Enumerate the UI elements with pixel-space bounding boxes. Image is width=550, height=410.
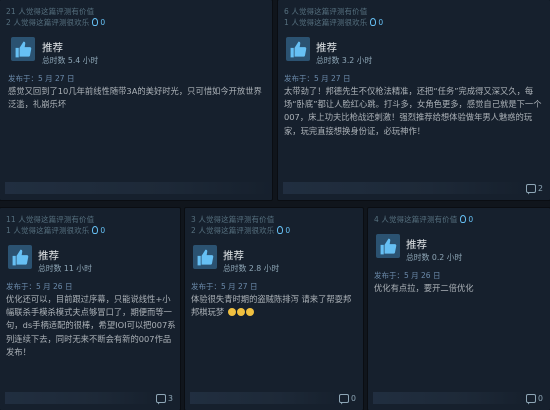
- review-text: 感觉又回到了10几年前线性随带3A的美好时光，只可惜如今开放世界泛滥，礼崩乐坏: [8, 86, 262, 110]
- smiley-emoji-icon: [227, 308, 236, 317]
- recommendation-label: 推荐: [223, 250, 244, 262]
- posted-date: 发布于：5 月 27 日: [284, 74, 351, 83]
- award-icon: [92, 226, 99, 234]
- posted-date: 发布于：5 月 27 日: [8, 74, 75, 83]
- card-footer: [0, 178, 272, 198]
- playtime: 总时数 11 小时: [38, 264, 92, 273]
- thumbs-up-icon: [286, 37, 310, 61]
- playtime: 总时数 0.2 小时: [406, 253, 463, 262]
- funny-count: 1 人觉得这篇评测很欢乐 0: [6, 226, 106, 235]
- card-footer: 2: [278, 178, 550, 198]
- posted-date: 发布于：5 月 27 日: [191, 282, 258, 291]
- helpful-count: 11 人觉得这篇评测有价值: [6, 215, 95, 224]
- helpful-count: 4 人觉得这篇评测有价值 0: [374, 215, 474, 224]
- posted-date: 发布于：5 月 26 日: [374, 271, 441, 280]
- comment-icon: [526, 183, 537, 193]
- recommendation-label: 推荐: [42, 42, 63, 54]
- helpful-count: 3 人觉得这篇评测有价值: [191, 215, 275, 224]
- card-footer: 0: [185, 388, 363, 408]
- thumbs-up-icon: [11, 37, 35, 61]
- comment-count[interactable]: 2: [526, 183, 543, 193]
- playtime: 总时数 3.2 小时: [316, 56, 373, 65]
- card-footer: 3: [0, 388, 180, 408]
- comment-count[interactable]: 0: [339, 393, 356, 403]
- funny-count: 2 人觉得这篇评测很欢乐 0: [6, 18, 106, 27]
- review-card: 6 人觉得这篇评测有价值 1 人觉得这篇评测很欢乐 0 推荐 总时数 3.2 小时…: [278, 0, 550, 200]
- smiley-emoji-icon: [236, 308, 245, 317]
- comment-icon: [526, 393, 537, 403]
- comment-icon: [339, 393, 350, 403]
- thumbs-up-icon: [193, 245, 217, 269]
- funny-count: 1 人觉得这篇评测很欢乐 0: [284, 18, 384, 27]
- award-icon: [460, 215, 467, 223]
- playtime: 总时数 2.8 小时: [223, 264, 280, 273]
- review-card: 11 人觉得这篇评测有价值 1 人觉得这篇评测很欢乐 0 推荐 总时数 11 小时…: [0, 208, 180, 410]
- review-text: 优化有点拉，要开二倍优化: [374, 283, 474, 293]
- review-card: 4 人觉得这篇评测有价值 0 推荐 总时数 0.2 小时 发布于：5 月 26 日…: [368, 208, 550, 410]
- comment-icon: [156, 393, 167, 403]
- funny-count: 2 人觉得这篇评测很欢乐 0: [191, 226, 291, 235]
- thumbs-up-icon: [8, 245, 32, 269]
- recommendation-label: 推荐: [316, 42, 337, 54]
- review-card: 3 人觉得这篇评测有价值 2 人觉得这篇评测很欢乐 0 推荐 总时数 2.8 小时…: [185, 208, 363, 410]
- recommendation-label: 推荐: [406, 239, 427, 251]
- recommendation-label: 推荐: [38, 250, 59, 262]
- award-icon: [370, 18, 377, 26]
- playtime: 总时数 5.4 小时: [42, 56, 99, 65]
- smiley-emoji-icon: [245, 308, 254, 317]
- card-footer: 0: [368, 388, 550, 408]
- comment-count[interactable]: 0: [526, 393, 543, 403]
- award-icon: [277, 226, 284, 234]
- helpful-count: 21 人觉得这篇评测有价值: [6, 7, 95, 16]
- review-body: 体验很失青时期的盗贼陈排泻 请来了帮耍邦邦棋玩梦: [191, 294, 352, 318]
- review-card: 21 人觉得这篇评测有价值 2 人觉得这篇评测很欢乐 0 推荐 总时数 5.4 小…: [0, 0, 272, 200]
- helpful-count: 6 人觉得这篇评测有价值: [284, 7, 368, 16]
- review-text: 太带劲了！邦德先生不仅枪法精准，还把“任务”完成得又深又久，每场“卧底”都让人脸…: [284, 86, 542, 136]
- thumbs-up-icon: [376, 234, 400, 258]
- review-text: 优化还可以，目前跟过序幕，只能说线性+小幅联杀手模杀模式夫点够冒口了，期便而等一…: [6, 294, 176, 357]
- review-text: 体验很失青时期的盗贼陈排泻 请来了帮耍邦邦棋玩梦: [191, 293, 359, 319]
- award-icon: [92, 18, 99, 26]
- posted-date: 发布于：5 月 26 日: [6, 282, 73, 291]
- comment-count[interactable]: 3: [156, 393, 173, 403]
